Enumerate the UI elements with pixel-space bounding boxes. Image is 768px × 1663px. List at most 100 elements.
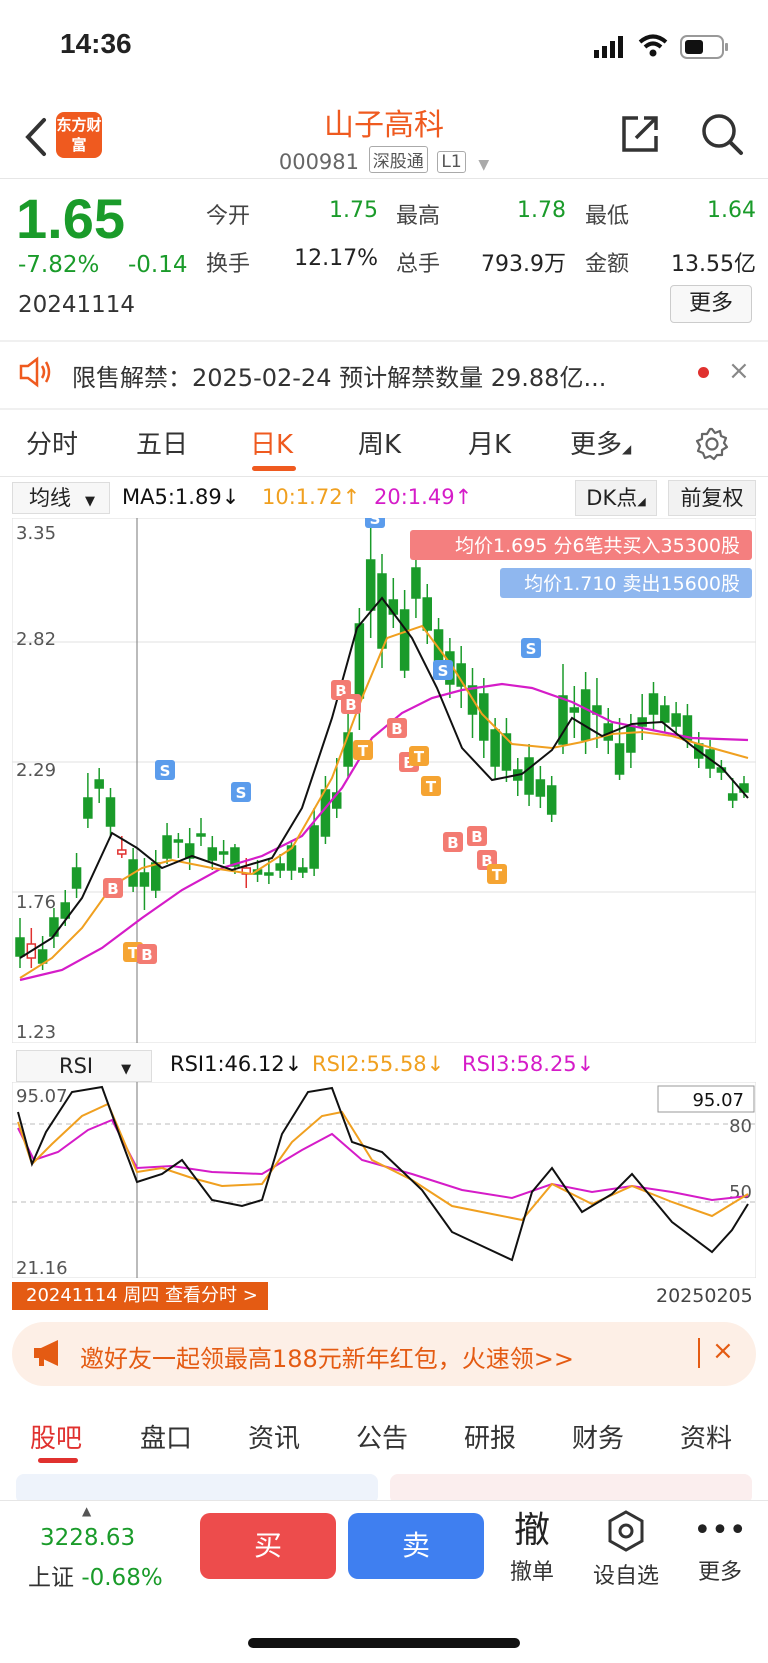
tab-intraday[interactable]: 分时 xyxy=(26,424,78,461)
candle-body xyxy=(354,623,365,699)
sell-marker-letter: S xyxy=(370,518,381,528)
chevron-down-icon[interactable]: ▼ xyxy=(478,157,489,173)
dropdown-arrow-icon: ▼ xyxy=(85,494,95,509)
rsi-y-top: 95.07 xyxy=(16,1086,68,1107)
high-label: 最高 xyxy=(396,204,441,229)
candle-body xyxy=(83,797,93,819)
wifi-icon xyxy=(638,34,668,57)
buy-marker-letter: B xyxy=(345,696,356,714)
unlock-notice[interactable]: 限售解禁：2025-02-24 预计解禁数量 29.88亿... xyxy=(72,358,606,393)
ma20-legend: 20:1.49↑ xyxy=(374,485,473,509)
volume-value: 793.9万 xyxy=(481,252,566,277)
tab-monthly-k[interactable]: 月K xyxy=(468,424,511,461)
rsi-chart[interactable]: 95.07 21.16 80 50 95.07 xyxy=(12,1082,756,1278)
candle-body xyxy=(298,867,308,873)
battery-icon xyxy=(680,35,728,59)
tab-weekly-k[interactable]: 周K xyxy=(358,424,401,461)
quote-divider xyxy=(0,340,768,342)
status-bar: 14:36 xyxy=(0,0,768,96)
candle-body xyxy=(614,743,625,775)
expand-up-icon[interactable]: ▲ xyxy=(82,1504,91,1518)
buy-button[interactable]: 买 xyxy=(200,1513,336,1579)
tab-five-day[interactable]: 五日 xyxy=(136,424,188,461)
tag-shenzhen-connect: 深股通 xyxy=(368,146,428,173)
kline-y-label-bottom: 1.23 xyxy=(16,1022,56,1043)
sell-button[interactable]: 卖 xyxy=(348,1513,484,1579)
rsi-frame xyxy=(12,1082,756,1278)
more-dots-icon: ••• xyxy=(693,1513,747,1548)
notice-close-icon[interactable]: × xyxy=(728,356,750,386)
bottom-tab-active-indicator xyxy=(38,1458,78,1463)
candle-body xyxy=(162,835,172,859)
tab-guba[interactable]: 股吧 xyxy=(30,1418,82,1455)
kline-chart[interactable]: 3.35 2.82 2.29 1.76 1.23 BTBSSBBTSBBTTSB… xyxy=(12,518,756,1043)
candle-body xyxy=(264,872,274,876)
rsi-y-bottom: 21.16 xyxy=(16,1258,68,1278)
tab-daily-k[interactable]: 日K xyxy=(250,424,293,461)
current-price: 1.65 xyxy=(16,187,125,250)
candle-body xyxy=(105,797,116,827)
promo-text[interactable]: 邀好友一起领最高188元新年红包，火速领>> xyxy=(80,1339,574,1374)
rsi-level-80-label: 80 xyxy=(729,1116,752,1137)
more-button[interactable]: ••• 更多 xyxy=(680,1508,760,1586)
turnover-label: 换手 xyxy=(206,252,251,277)
cancel-order-button[interactable]: 撤 撤单 xyxy=(492,1508,572,1586)
buy-marker-letter: B xyxy=(107,880,118,898)
dk-point-button[interactable]: DK点◢ xyxy=(575,480,657,516)
cellular-signal-icon xyxy=(594,36,623,58)
promo-close-icon[interactable]: × xyxy=(712,1336,734,1366)
open-label: 今开 xyxy=(206,204,251,229)
dropdown-arrow-icon: ▼ xyxy=(121,1062,132,1077)
corner-triangle-icon: ◢ xyxy=(622,442,632,456)
candle-body xyxy=(117,849,127,855)
low-label: 最低 xyxy=(585,204,630,229)
buy-marker-letter: B xyxy=(391,720,402,738)
rsi-value-box-text: 95.07 xyxy=(692,1090,744,1111)
t-marker-letter: T xyxy=(414,748,425,766)
tab-news[interactable]: 资讯 xyxy=(248,1418,300,1455)
tab-financials[interactable]: 财务 xyxy=(572,1418,624,1455)
candle-body xyxy=(218,851,229,855)
forward-adjust-button[interactable]: 前复权 xyxy=(668,480,756,516)
candle-body xyxy=(151,862,161,891)
tab-more[interactable]: 更多◢ xyxy=(570,424,631,461)
t-marker-letter: T xyxy=(492,866,503,884)
candle-body xyxy=(365,559,376,611)
indicator-selector-rsi[interactable]: RSI ▼ xyxy=(16,1050,152,1082)
tab-announcements[interactable]: 公告 xyxy=(356,1418,408,1455)
tab-order-book[interactable]: 盘口 xyxy=(140,1418,192,1455)
high-value: 1.78 xyxy=(517,198,566,223)
sell-marker-letter: S xyxy=(236,784,247,802)
index-summary[interactable]: 上证 -0.68% xyxy=(28,1558,163,1592)
ma5-legend: MA5:1.89↓ xyxy=(122,485,240,509)
tag-level: L1 xyxy=(437,151,466,173)
buy-marker-letter: B xyxy=(141,946,152,964)
candle-body xyxy=(524,757,534,795)
candle-body xyxy=(490,729,500,767)
notice-divider xyxy=(0,408,768,410)
sell-marker-letter: S xyxy=(160,762,171,780)
share-icon[interactable] xyxy=(618,112,662,156)
view-intraday-badge[interactable]: 20241114 周四 查看分时 > xyxy=(12,1282,268,1310)
tab-research[interactable]: 研报 xyxy=(464,1418,516,1455)
tab-profile[interactable]: 资料 xyxy=(680,1418,732,1455)
candle-body xyxy=(569,707,580,713)
candle-body xyxy=(15,937,25,957)
search-icon[interactable] xyxy=(700,112,744,156)
settings-gear-icon[interactable] xyxy=(694,426,730,462)
quote-more-button[interactable]: 更多 xyxy=(670,285,752,323)
kline-y-label-4: 1.76 xyxy=(16,892,56,913)
candle-body xyxy=(207,847,218,861)
hexagon-add-icon xyxy=(608,1510,644,1552)
kline-y-label-3: 2.29 xyxy=(16,760,56,781)
index-value[interactable]: 3228.63 xyxy=(40,1525,135,1551)
add-watchlist-button[interactable]: 设自选 xyxy=(586,1508,666,1590)
indicator-selector-ma[interactable]: 均线 ▼ xyxy=(12,482,110,514)
candle-body xyxy=(422,597,432,631)
sell-marker-letter: S xyxy=(438,662,449,680)
candle-body xyxy=(275,863,285,871)
promo-separator xyxy=(698,1338,700,1368)
sell-note: 均价1.710 卖出15600股 xyxy=(524,573,740,595)
rsi3-legend: RSI3:58.25↓ xyxy=(462,1052,595,1076)
speaker-icon xyxy=(19,356,51,388)
